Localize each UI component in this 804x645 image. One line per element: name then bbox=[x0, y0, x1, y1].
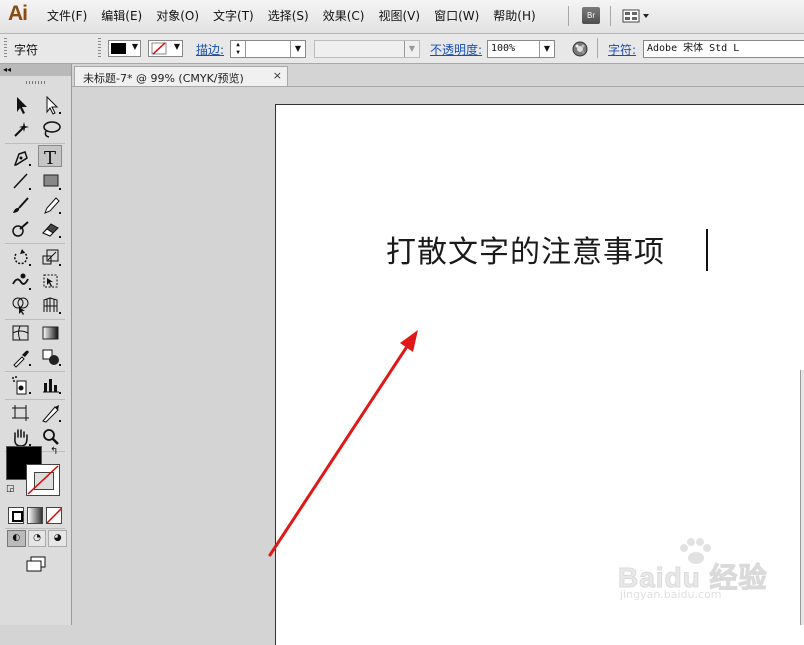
watermark-url: jingyan.baidu.com bbox=[620, 588, 722, 601]
annotation-arrow-icon bbox=[268, 330, 418, 557]
baidu-watermark: Baidu 经验 jingyan.baidu.com bbox=[618, 538, 778, 608]
